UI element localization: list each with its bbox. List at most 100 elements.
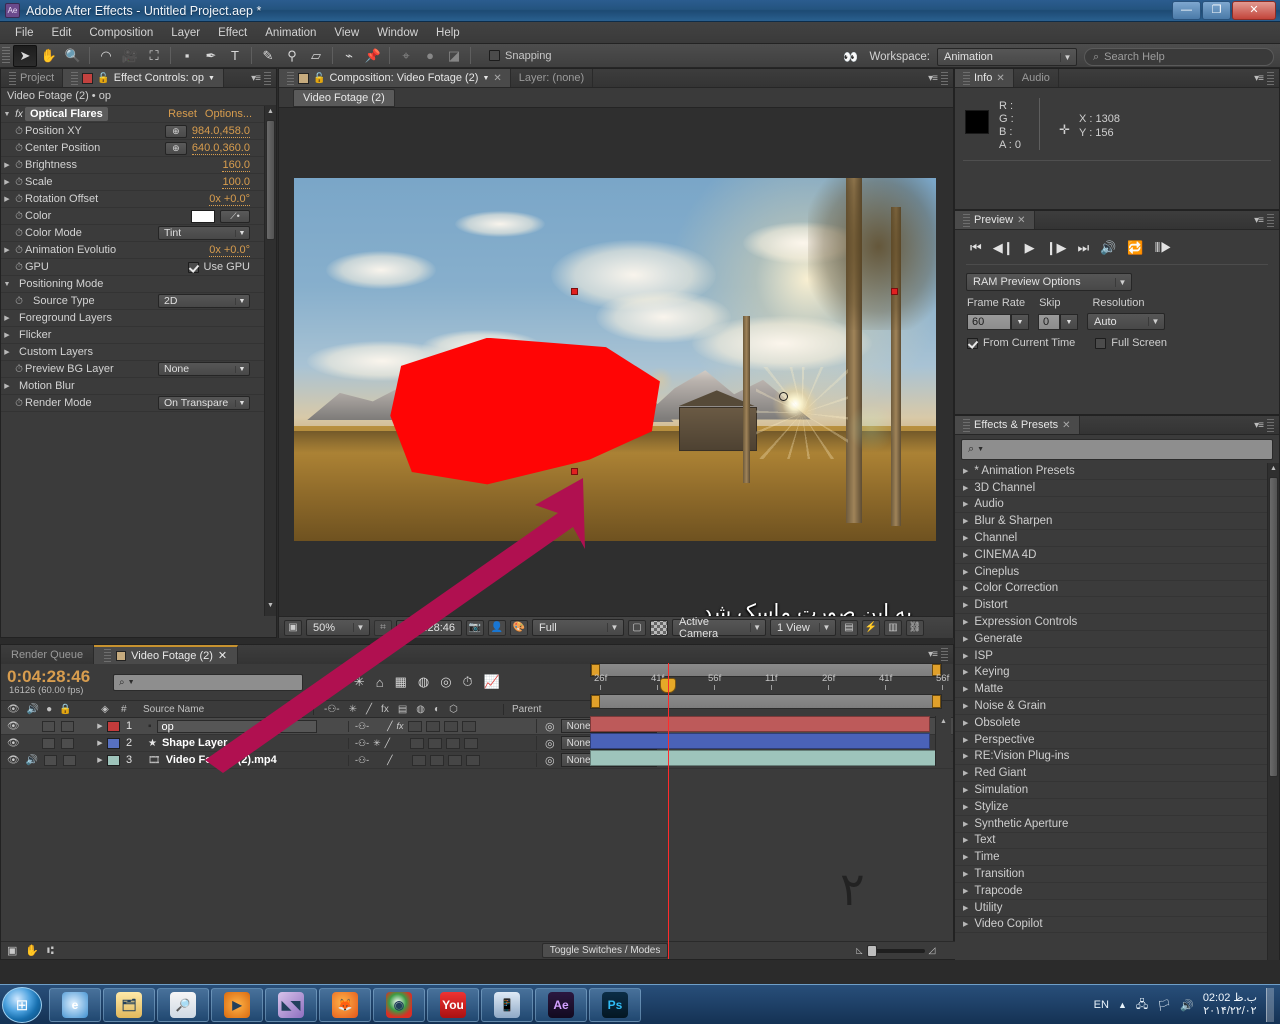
effect-property-row[interactable]: ⏱ Color Mode Tint ▼ xyxy=(1,225,276,242)
effect-category-item[interactable]: ▶ Color Correction xyxy=(955,581,1279,598)
panel-grip-ep[interactable] xyxy=(963,418,970,432)
timeline-work-area-bar[interactable] xyxy=(590,694,942,709)
stopwatch-icon[interactable]: ⏱ xyxy=(13,211,25,222)
effect-property-row[interactable]: ▼ Positioning Mode xyxy=(1,276,276,293)
timeline-zoom-slider[interactable]: ◺ ◿ xyxy=(856,944,936,957)
effect-property-row[interactable]: ▶ Custom Layers xyxy=(1,344,276,361)
ram-preview-icon[interactable]: ⦀▶ xyxy=(1155,240,1172,256)
switch-box[interactable] xyxy=(430,754,445,766)
panel-menu-icon[interactable]: ▾≡ xyxy=(1254,73,1264,84)
effect-category-item[interactable]: ▶ RE:Vision Plug-ins xyxy=(955,749,1279,766)
menu-item-effect[interactable]: Effect xyxy=(209,25,256,41)
hide-shy-icon[interactable]: ⌂ xyxy=(376,675,384,690)
chevron-down-icon[interactable]: ▼ xyxy=(1,111,13,118)
chevron-right-icon[interactable]: ▶ xyxy=(963,719,968,727)
chevron-right-icon[interactable]: ▶ xyxy=(963,601,968,609)
hand-icon[interactable]: ✋ xyxy=(37,45,61,67)
effect-property-row[interactable]: ▶ ⏱ Rotation Offset 0x +0.0° xyxy=(1,191,276,208)
effect-property-select[interactable]: Tint ▼ xyxy=(158,226,250,240)
switch-box[interactable] xyxy=(446,737,461,749)
menu-item-composition[interactable]: Composition xyxy=(80,25,162,41)
chevron-down-icon[interactable]: ▼ xyxy=(1,281,13,288)
panel-menu-icon[interactable]: ▾≡ xyxy=(928,73,938,84)
layer-switches[interactable]: -⚇- ╱ fx xyxy=(348,720,536,732)
panel-grip-comp[interactable] xyxy=(287,71,294,85)
live-update-icon[interactable]: ⊳⊲ xyxy=(321,674,343,690)
panel-grip-tl[interactable] xyxy=(104,649,112,662)
panel-grip[interactable] xyxy=(9,71,16,85)
anchor-align-icon[interactable]: ⌖ xyxy=(394,45,418,67)
full-screen-control[interactable]: Full Screen xyxy=(1095,337,1167,349)
chevron-right-icon[interactable]: ▶ xyxy=(1,195,13,203)
layer-switches[interactable]: -⚇- ✳ ╱ xyxy=(348,737,536,749)
chevron-right-icon[interactable]: ▶ xyxy=(963,551,968,559)
scroll-up-icon[interactable]: ▲ xyxy=(266,108,275,120)
work-area-end-handle-2[interactable] xyxy=(932,695,941,708)
effect-category-item[interactable]: ▶ Trapcode xyxy=(955,883,1279,900)
ram-preview-options-select[interactable]: RAM Preview Options ▼ xyxy=(966,273,1132,291)
stopwatch-icon[interactable]: ⏱ xyxy=(13,398,25,409)
tab-project[interactable]: Project xyxy=(1,69,64,87)
layer-switches[interactable]: -⚇- ╱ xyxy=(348,754,536,766)
zoom-in-icon[interactable]: ◿ xyxy=(929,945,936,956)
panel-grip-2[interactable] xyxy=(71,71,79,85)
transparency-grid-icon[interactable] xyxy=(650,619,668,636)
stopwatch-icon[interactable]: ⏱ xyxy=(13,126,25,137)
audio-icon[interactable]: 🔊 xyxy=(27,704,39,715)
timeline-toggle-icon[interactable]: ▥ xyxy=(884,619,902,636)
from-current-time-checkbox[interactable] xyxy=(967,337,978,349)
effect-property-row[interactable]: ▶ Motion Blur xyxy=(1,378,276,395)
effects-presets-panel-menu[interactable]: ▾≡ xyxy=(1249,416,1279,434)
effect-property-row[interactable]: ⏱ Source Type 2D ▼ xyxy=(1,293,276,310)
current-time-indicator[interactable] xyxy=(668,663,669,959)
eyedropper-icon[interactable]: ⟋• xyxy=(220,209,250,223)
layer-source-name[interactable]: Shape Layer xyxy=(162,737,227,749)
chevron-right-icon[interactable]: ▶ xyxy=(963,467,968,475)
switch-quality-toggle[interactable]: ╱ xyxy=(385,738,390,749)
panel-grip-3[interactable] xyxy=(264,71,271,85)
switch-box[interactable] xyxy=(443,720,458,732)
layer-lock-toggle[interactable] xyxy=(60,737,74,749)
chevron-right-icon[interactable]: ▶ xyxy=(963,652,968,660)
chevron-right-icon[interactable]: ▶ xyxy=(93,756,107,764)
effect-category-item[interactable]: ▶ Audio xyxy=(955,497,1279,514)
show-hidden-icons-icon[interactable]: ▲ xyxy=(1118,1000,1127,1010)
effects-presets-list[interactable]: ▶ * Animation Presets ▶ 3D Channel ▶ Audio ▶ Bl… xyxy=(955,463,1279,960)
switch-box[interactable] xyxy=(464,737,479,749)
lock-icon[interactable]: 🔓 xyxy=(313,73,325,84)
layer-audio-icon[interactable]: 🔊 xyxy=(26,755,38,766)
region-of-interest-icon[interactable]: ▣ xyxy=(284,619,302,636)
preview-panel-menu[interactable]: ▾≡ xyxy=(1249,211,1279,229)
layer-duration-bar[interactable] xyxy=(590,716,930,732)
action-center-icon[interactable]: 🏳 xyxy=(1157,999,1171,1012)
tab-effects-presets[interactable]: Effects & Presets ✕ xyxy=(955,416,1080,434)
effect-property-row[interactable]: ▶ ⏱ Animation Evolutio 0x +0.0° xyxy=(1,242,276,259)
language-indicator[interactable]: EN xyxy=(1094,999,1109,1011)
skip-input[interactable]: 0 xyxy=(1038,314,1060,330)
switch-effects-toggle[interactable]: fx xyxy=(396,721,403,731)
layer-visibility-icon[interactable]: 👁 xyxy=(7,755,20,766)
panel-menu-icon[interactable]: ▾≡ xyxy=(928,649,938,660)
panel-grip-prev2[interactable] xyxy=(1267,213,1274,227)
taskbar-item-youtube-downloader[interactable]: You xyxy=(427,987,479,1022)
layer-solo-toggle[interactable] xyxy=(41,737,55,749)
chevron-right-icon[interactable]: ▶ xyxy=(963,820,968,828)
chevron-right-icon[interactable]: ▶ xyxy=(963,904,968,912)
zoom-icon[interactable]: 🔍 xyxy=(61,45,85,67)
menu-item-animation[interactable]: Animation xyxy=(256,25,325,41)
snapshot-icon[interactable]: 📷 xyxy=(466,619,484,636)
chevron-right-icon[interactable]: ▶ xyxy=(963,534,968,542)
frame-blending-icon[interactable]: ▦ xyxy=(395,674,407,690)
effect-category-item[interactable]: ▶ Obsolete xyxy=(955,715,1279,732)
effects-search-input[interactable]: ⌕ ▼ xyxy=(961,439,1273,460)
chevron-right-icon[interactable]: ▶ xyxy=(1,382,13,390)
volume-icon[interactable]: 🔊 xyxy=(1180,999,1194,1012)
brainstorm-icon[interactable]: ◎ xyxy=(440,674,451,690)
chevron-right-icon[interactable]: ▶ xyxy=(963,853,968,861)
rotation-icon[interactable]: ◠ xyxy=(94,45,118,67)
timeline-panel-menu[interactable]: ▾≡ xyxy=(923,645,953,664)
comp-flowchart-icon[interactable]: ▣ xyxy=(7,944,17,957)
menu-item-view[interactable]: View xyxy=(325,25,368,41)
effect-category-item[interactable]: ▶ 3D Channel xyxy=(955,480,1279,497)
chevron-down-icon[interactable]: ▼ xyxy=(977,446,984,453)
